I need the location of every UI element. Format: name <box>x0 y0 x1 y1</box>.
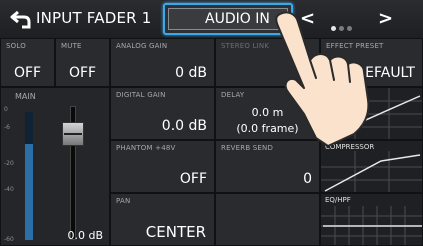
mute-button[interactable]: MUTE OFF <box>55 38 110 87</box>
level-meter <box>25 112 33 240</box>
page-title: INPUT FADER 1 <box>36 9 152 27</box>
input-fader-screen: INPUT FADER 1 AUDIO IN < > SOLO OFF MUTE… <box>0 0 423 246</box>
empty-cell <box>215 193 320 246</box>
pan-cell[interactable]: PAN CENTER <box>110 193 215 246</box>
analog-gain-cell[interactable]: ANALOG GAIN 0 dB <box>110 38 215 87</box>
pointing-hand-icon <box>258 8 418 148</box>
fader-knob[interactable] <box>62 122 84 147</box>
phantom-power-cell[interactable]: PHANTOM +48V OFF <box>110 140 215 193</box>
solo-button[interactable]: SOLO OFF <box>0 38 55 87</box>
main-fader-panel[interactable]: MAIN 0 -6 -20 -40 -60 0.0 dB <box>0 87 110 246</box>
digital-gain-cell[interactable]: DIGITAL GAIN 0.0 dB <box>110 87 215 140</box>
back-arrow-icon[interactable] <box>10 6 32 32</box>
eq-hpf-graph[interactable]: EQ/HPF <box>320 193 423 246</box>
